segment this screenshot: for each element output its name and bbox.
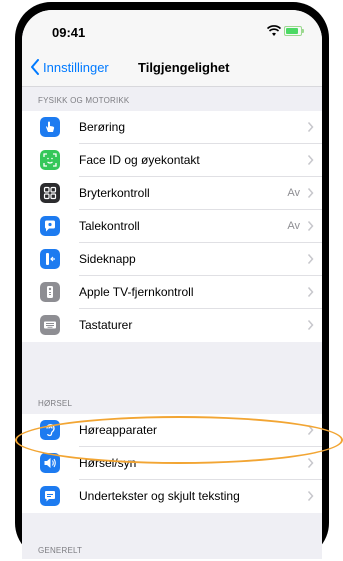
chevron-right-icon [307, 491, 314, 501]
row-value: Av [287, 187, 300, 199]
ear-icon [40, 420, 60, 440]
section-header-general: GENERELT [38, 546, 83, 555]
hand-icon [40, 117, 60, 137]
row-label: Talekontroll [79, 219, 140, 233]
row-audio-visual[interactable]: Hørsel/syn [22, 447, 322, 480]
row-hearing-devices[interactable]: Høreapparater [22, 414, 322, 447]
speaker-icon [40, 453, 60, 473]
chevron-right-icon [307, 287, 314, 297]
row-subtitles[interactable]: Undertekster og skjult teksting [22, 480, 322, 513]
chevron-left-icon [31, 59, 39, 75]
chevron-right-icon [307, 320, 314, 330]
group-hearing: Høreapparater Hørsel/syn Undertekster og… [22, 414, 322, 513]
row-label: Høreapparater [79, 423, 158, 437]
subtitles-icon [40, 486, 60, 506]
chevron-right-icon [307, 254, 314, 264]
row-label: Hørsel/syn [79, 456, 137, 470]
row-value: Av [287, 220, 300, 232]
row-label: Bryterkontroll [79, 186, 150, 200]
chevron-right-icon [307, 122, 314, 132]
row-voice-control[interactable]: Talekontroll Av [22, 210, 322, 243]
wifi-icon [267, 25, 281, 36]
phone-frame: 09:41 Innstillinger Tilgjengelighet FYSI… [15, 2, 329, 559]
row-label: Berøring [79, 120, 126, 134]
group-physical-motor: Berøring Face ID og øyekontakt Bryterkon… [22, 111, 322, 342]
row-label: Face ID og øyekontakt [79, 153, 200, 167]
status-bar: 09:41 [22, 10, 322, 50]
section-header-physical-motor: FYSIKK OG MOTORIKK [38, 96, 130, 105]
row-label: Apple TV-fjernkontroll [79, 285, 194, 299]
side-button-icon [40, 249, 60, 269]
navigation-bar: Innstillinger Tilgjengelighet [22, 50, 322, 87]
row-switch-control[interactable]: Bryterkontroll Av [22, 177, 322, 210]
face-id-icon [40, 150, 60, 170]
row-apple-tv-remote[interactable]: Apple TV-fjernkontroll [22, 276, 322, 309]
chevron-right-icon [307, 221, 314, 231]
settings-screen: 09:41 Innstillinger Tilgjengelighet FYSI… [22, 10, 322, 559]
keyboard-icon [40, 315, 60, 335]
chevron-right-icon [307, 188, 314, 198]
row-side-button[interactable]: Sideknapp [22, 243, 322, 276]
row-label: Tastaturer [79, 318, 133, 332]
row-touch[interactable]: Berøring [22, 111, 322, 144]
remote-icon [40, 282, 60, 302]
row-label: Sideknapp [79, 252, 136, 266]
chevron-right-icon [307, 155, 314, 165]
chevron-right-icon [307, 425, 314, 435]
row-face-id[interactable]: Face ID og øyekontakt [22, 144, 322, 177]
voice-control-icon [40, 216, 60, 236]
page-title: Tilgjengelighet [138, 60, 230, 75]
row-label: Undertekster og skjult teksting [79, 489, 240, 503]
switch-control-icon [40, 183, 60, 203]
row-keyboards[interactable]: Tastaturer [22, 309, 322, 342]
chevron-right-icon [307, 458, 314, 468]
back-label: Innstillinger [43, 59, 109, 75]
section-header-hearing: HØRSEL [38, 399, 73, 408]
status-time: 09:41 [52, 25, 86, 40]
back-button[interactable]: Innstillinger [30, 59, 109, 75]
battery-icon [284, 26, 304, 36]
